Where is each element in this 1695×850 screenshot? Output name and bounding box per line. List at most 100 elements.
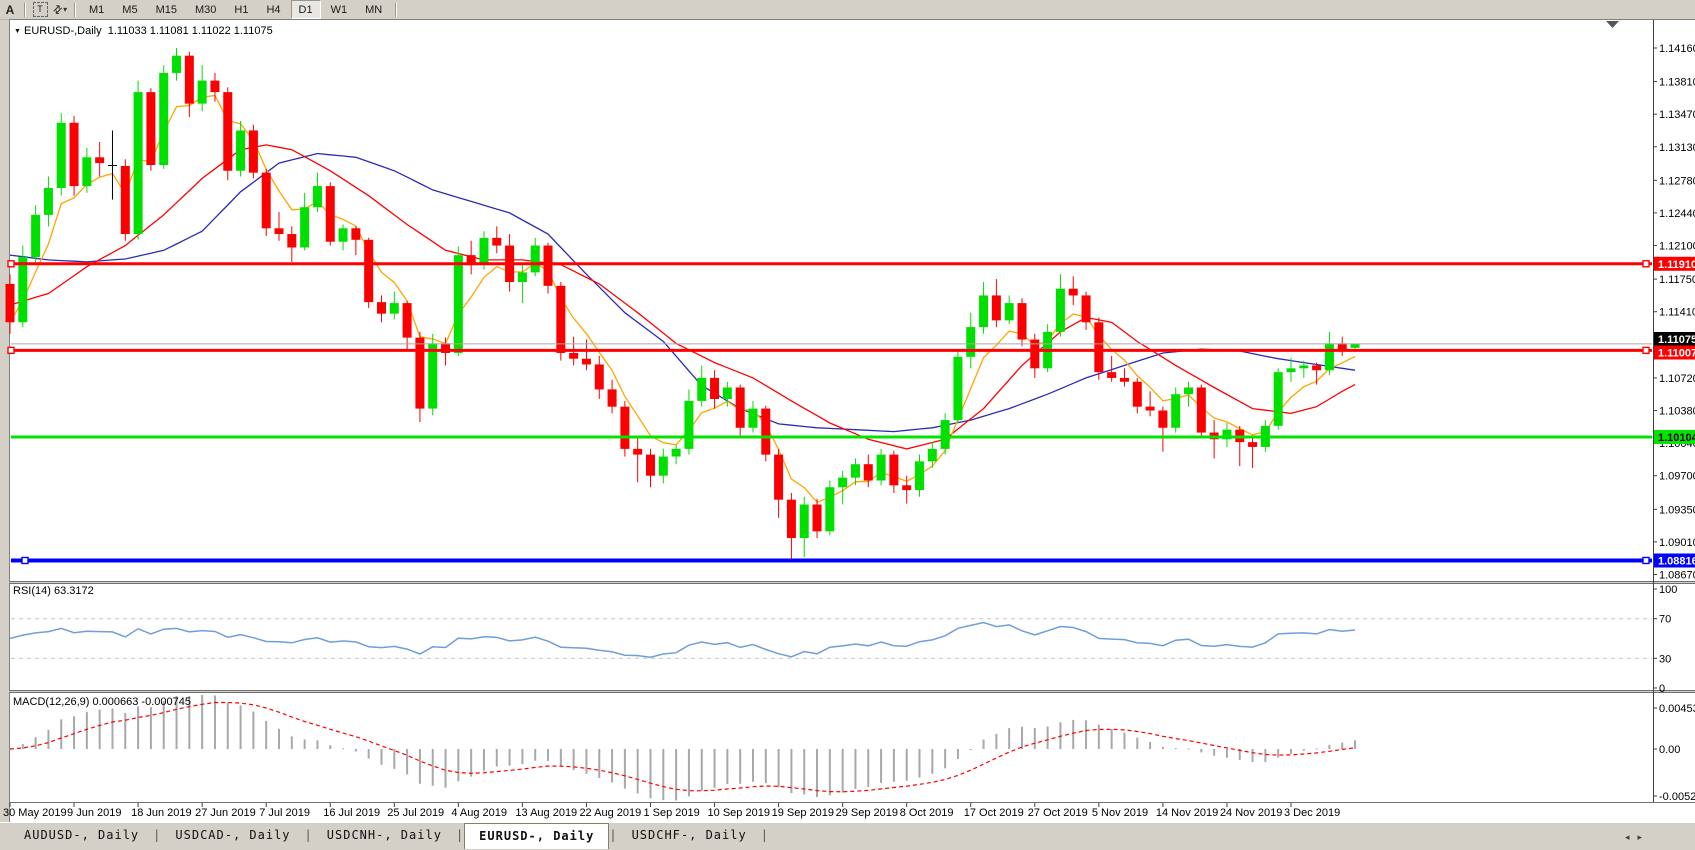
candle-body	[1133, 382, 1142, 407]
macd-histogram-bar	[1136, 738, 1138, 749]
chart-tab-usdchf[interactable]: USDCHF-, Daily	[618, 826, 761, 848]
rsi-axis-label: 100	[1659, 584, 1677, 596]
arrow-style-tool-icon[interactable]: A	[0, 2, 20, 18]
timeframe-button-h4[interactable]: H4	[258, 0, 288, 19]
macd-histogram-bar	[816, 749, 818, 797]
macd-histogram-bar	[739, 749, 741, 784]
level-line-handle[interactable]	[8, 347, 14, 353]
text-tool-icon[interactable]: T	[30, 2, 50, 18]
tab-separator: |	[761, 826, 769, 842]
macd-histogram-bar	[393, 749, 395, 769]
candle-body	[198, 81, 207, 104]
tab-scroll-right-icon[interactable]: ▸	[1637, 832, 1650, 842]
tab-separator: |	[609, 826, 617, 842]
level-line-handle[interactable]	[1643, 261, 1649, 267]
candle-body	[889, 455, 898, 486]
timeframe-button-m1[interactable]: M1	[81, 0, 112, 19]
chart-tab-usdcnh[interactable]: USDCNH-, Daily	[313, 826, 456, 848]
candle-body	[236, 130, 245, 170]
macd-axis-label: 0.00	[1659, 744, 1680, 756]
macd-histogram-bar	[1188, 749, 1190, 750]
price-axis-tick-label: 1.11750	[1659, 274, 1695, 286]
timeframe-button-h1[interactable]: H1	[226, 0, 256, 19]
macd-histogram-bar	[1008, 728, 1010, 749]
macd-histogram-bar	[291, 736, 293, 749]
candle-body	[518, 272, 527, 282]
macd-histogram-bar	[598, 749, 600, 778]
timeframe-button-m30[interactable]: M30	[187, 0, 224, 19]
date-axis-label: 30 May 2019	[3, 807, 67, 819]
candle-body	[313, 186, 322, 207]
tab-scroll-left-icon[interactable]: ◂	[1625, 832, 1638, 842]
macd-histogram-bar	[35, 737, 37, 749]
macd-histogram-bar	[265, 721, 267, 749]
candle-body	[1107, 372, 1116, 378]
macd-histogram-bar	[445, 749, 447, 788]
candle-body	[300, 207, 309, 247]
macd-histogram-bar	[944, 749, 946, 768]
level-line-handle[interactable]	[1643, 347, 1649, 353]
candle-body	[953, 357, 962, 420]
candle-body	[428, 343, 437, 408]
macd-histogram-bar	[675, 749, 677, 800]
timeframe-button-d1[interactable]: D1	[291, 0, 321, 19]
timeframe-button-mn[interactable]: MN	[357, 0, 390, 19]
macd-histogram-bar	[73, 716, 75, 749]
macd-histogram-bar	[1149, 742, 1151, 749]
macd-histogram-bar	[201, 695, 203, 749]
macd-histogram-bar	[931, 749, 933, 774]
macd-histogram-bar	[995, 734, 997, 749]
macd-histogram-bar	[316, 740, 318, 749]
date-axis-label: 19 Sep 2019	[772, 807, 834, 819]
candle-body	[1056, 289, 1065, 332]
candle-body	[326, 186, 335, 242]
macd-histogram-bar	[688, 749, 690, 796]
candle-body	[108, 165, 117, 166]
macd-histogram-bar	[1328, 745, 1330, 749]
level-line-handle[interactable]	[1643, 557, 1649, 563]
price-axis-tick-label: 1.14160	[1659, 43, 1695, 55]
level-line-handle[interactable]	[22, 557, 28, 563]
macd-axis-label: -0.005208	[1659, 791, 1695, 803]
timeframe-button-w1[interactable]: W1	[323, 0, 356, 19]
chart-canvas[interactable]: 1.141601.138101.134701.131301.127801.124…	[0, 19, 1695, 822]
candle-body	[95, 157, 104, 163]
macd-histogram-bar	[137, 706, 139, 749]
date-axis-label: 5 Nov 2019	[1092, 807, 1148, 819]
chart-tab-usdcad[interactable]: USDCAD-, Daily	[161, 826, 304, 848]
candle-body	[1069, 289, 1078, 296]
macd-histogram-bar	[1034, 728, 1036, 749]
macd-histogram-bar	[1316, 748, 1318, 749]
candle-body	[121, 166, 130, 234]
date-axis-label: 17 Oct 2019	[964, 807, 1024, 819]
collapse-triangle-icon[interactable]: ▼	[14, 28, 21, 35]
toolbar-separator	[74, 3, 76, 17]
candle-body	[774, 455, 783, 500]
level-line-handle[interactable]	[8, 261, 14, 267]
date-axis-label: 4 Aug 2019	[451, 807, 507, 819]
rsi-axis-label: 70	[1659, 614, 1671, 626]
macd-histogram-bar	[227, 702, 229, 749]
macd-histogram-bar	[714, 749, 716, 788]
date-axis-label: 8 Oct 2019	[900, 807, 954, 819]
price-axis-tick-label: 1.12440	[1659, 208, 1695, 220]
macd-axis-label: 0.004536	[1659, 703, 1695, 715]
chart-tab-eurusd[interactable]: EURUSD-, Daily	[464, 823, 609, 849]
tab-scroll-arrows[interactable]: ◂▸	[1625, 832, 1650, 843]
candle-body	[1082, 295, 1091, 322]
current-price-badge-text: 1.11075	[1658, 334, 1695, 346]
cursor-mode-tool-icon[interactable]: ⇄ ▾	[50, 2, 70, 18]
timeframe-button-m5[interactable]: M5	[114, 0, 145, 19]
candle-body	[531, 246, 540, 273]
macd-histogram-bar	[457, 749, 459, 781]
macd-histogram-bar	[726, 749, 728, 784]
timeframe-button-m15[interactable]: M15	[148, 0, 185, 19]
macd-histogram-bar	[650, 749, 652, 798]
chart-symbol-period: EURUSD-,Daily	[24, 25, 102, 37]
chart-tab-audusd[interactable]: AUDUSD-, Daily	[10, 826, 153, 848]
macd-histogram-bar	[432, 749, 434, 786]
mt4-window: A T ⇄ ▾ M1M5M15M30H1H4D1W1MN 1.141601.13…	[0, 0, 1695, 850]
macd-histogram-bar	[906, 749, 908, 781]
macd-histogram-bar	[957, 749, 959, 759]
macd-histogram-bar	[496, 749, 498, 766]
